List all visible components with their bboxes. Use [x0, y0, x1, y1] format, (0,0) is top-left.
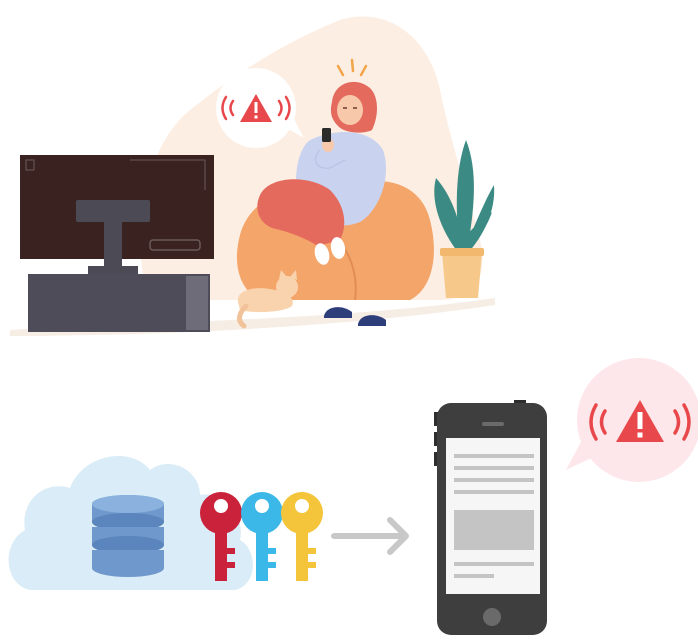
tv-cabinet — [28, 274, 210, 332]
database-icon — [92, 495, 164, 577]
phone-in-hand — [322, 128, 331, 142]
tv-mount — [76, 200, 150, 222]
living-room-scene — [10, 16, 495, 336]
plant-pot — [442, 252, 482, 298]
face — [337, 95, 363, 125]
illustration — [8, 16, 698, 635]
smartphone — [434, 400, 547, 635]
key-icon — [281, 492, 323, 581]
secure-storage-diagram — [8, 358, 698, 635]
alert-bubble-bottom — [566, 358, 698, 482]
phone-home-button — [483, 608, 501, 626]
television — [20, 155, 214, 274]
arrow-right-icon — [331, 517, 409, 555]
